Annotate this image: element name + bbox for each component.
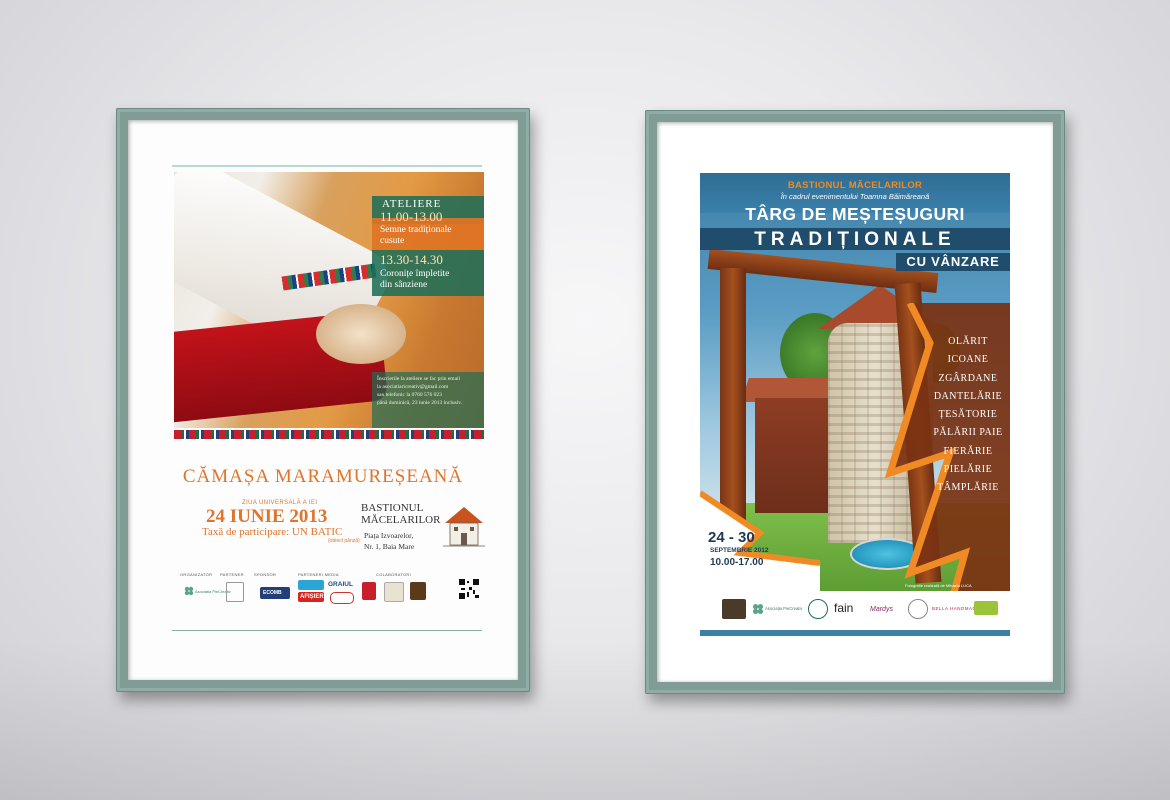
logo-mardys-text: Mardys [870, 606, 893, 613]
clover-icon [184, 586, 194, 596]
photo-credit: Fotografie realizată de Mihaela LUCA [905, 583, 972, 588]
craft-item: PIELĂRIE [943, 464, 993, 476]
venue-address: Piața Izvoarelor, Nr. 1, Baia Mare [364, 530, 414, 552]
signup-line1: Înscrierile la ateliere se fac prin emai… [377, 376, 461, 382]
event-dates: 24 - 30 [708, 529, 755, 546]
label-media: PARTENERI MEDIA [298, 572, 339, 577]
signup-line3: sau telefonic la 0760 576 023 [377, 392, 442, 398]
logo-fain: fain [834, 601, 864, 617]
logo-mardys: Mardys [870, 599, 904, 619]
poster-camasa-maramureseana: ATELIERE 11.00-13.00 Semne tradiționale … [128, 120, 518, 680]
poster-photo-blouse: ATELIERE 11.00-13.00 Semne tradiționale … [174, 172, 484, 428]
craft-item: OLĂRIT [948, 336, 988, 347]
address-line2: Nr. 1, Baia Mare [364, 542, 415, 551]
bottom-divider [172, 630, 482, 631]
address-line1: Piața Izvoarelor, [364, 531, 414, 540]
logo-fain-text: fain [834, 601, 854, 615]
logo-bella-text: BELLA HANDMADE [932, 606, 980, 611]
hand-lace [316, 304, 406, 364]
event-context: În cadrul evenimentului Toamna Băimărean… [780, 192, 930, 201]
logo-afisier-text: AFIȘIER [300, 594, 324, 600]
poster2-artwork: BASTIONUL MĂCELARILOR În cadrul evenimen… [700, 173, 1010, 636]
label-sponsor: SPONSOR [254, 572, 277, 577]
label-organizer: ORGANIZATOR [180, 572, 213, 577]
logo-media-blue [298, 580, 324, 590]
title-line1: TÂRG DE MEȘTEȘUGURI [745, 204, 965, 224]
craft-item: TÂMPLĂRIE [937, 482, 999, 494]
logo-sponsor: ECOMB [260, 587, 290, 599]
crafts-list: OLĂRIT ICOANE ZGÂRDANE DANTELĂRIE ȚESĂTO… [928, 333, 1008, 498]
logo-media-oval [330, 592, 354, 604]
slot2-title-line2: din sânziene [380, 280, 428, 290]
fee-note: (obiect pânză) [328, 538, 360, 544]
venue-line1: BASTIONUL [361, 502, 424, 514]
logo-graiul-text: GRAIUL [328, 581, 353, 588]
clover-icon [752, 603, 764, 615]
craft-item: FIERĂRIE [943, 445, 993, 457]
poster1-title: CĂMAȘA MARAMUREȘEANĂ [182, 466, 464, 487]
venue-line2: MĂCELARILOR [361, 514, 441, 526]
event-date: 24 IUNIE 2013 [206, 506, 328, 527]
logo-collaborator-2 [384, 582, 404, 602]
slot2-time: 13.30-14.30 [380, 252, 443, 267]
event-month: SEPTEMBRIE 2012 [710, 547, 769, 554]
logo-seal [908, 599, 928, 619]
top-divider [172, 165, 482, 167]
craft-item: ICOANE [947, 354, 989, 366]
event-hours: 10.00-17.00 [710, 557, 764, 568]
logo-afisier: AFIȘIER [298, 592, 324, 602]
logo-graiul: GRAIUL [328, 580, 354, 590]
logo-collaborator-3 [410, 582, 426, 600]
participation-fee: Taxă de participare: UN BATIC [202, 526, 343, 538]
craft-item: ȚESĂTORIE [938, 409, 998, 421]
label-collaborators: COLABORATORI [376, 572, 412, 577]
logo-museum [722, 599, 746, 619]
logo-piecreativ-text: Asociația PieCreativ [765, 606, 803, 611]
signup-line4: până duminică, 23 iunie 2013 inclusiv. [377, 400, 463, 406]
logo-partner [226, 582, 244, 602]
craft-item: ZGÂRDANE [938, 372, 998, 384]
slot1-title-line1: Semne tradiționale [380, 225, 452, 235]
picture-frame-right: BASTIONUL MĂCELARILOR În cadrul evenimen… [645, 110, 1065, 694]
logo-media [974, 601, 998, 615]
poster-targ-mestesuguri: BASTIONUL MĂCELARILOR În cadrul evenimen… [657, 122, 1053, 682]
signup-line2: la asociatiaricreativ@gmail.com [377, 384, 449, 390]
picture-frame-left: ATELIERE 11.00-13.00 Semne tradiționale … [116, 108, 530, 692]
bastion-tower-icon [443, 507, 485, 547]
logo-sponsor-text: ECOMB [263, 590, 282, 596]
logo-round [808, 599, 828, 619]
logo-piecreativ: Asociatia PieCreativ [184, 584, 231, 600]
venue-header: BASTIONUL MĂCELARILOR [787, 180, 923, 191]
sponsor-logo-strip: Asociația PieCreativ fain Mardys BELLA H… [700, 591, 1010, 636]
blue-footer-bar [700, 630, 1010, 636]
slot1-time: 11.00-13.00 [380, 209, 443, 224]
logo-piecreativ: Asociația PieCreativ [752, 599, 802, 619]
traditional-pattern-band [174, 430, 484, 439]
slot2-title-line1: Coronițe împletite [380, 269, 450, 279]
title-line2: TRADIȚIONALE [754, 229, 956, 250]
craft-item: DANTELĂRIE [933, 390, 1003, 402]
label-partner: PARTENER [220, 572, 244, 577]
slot1-title-line2: cusute [380, 236, 405, 246]
logo-bella: BELLA HANDMADE [932, 603, 979, 617]
logo-collaborator-1 [362, 582, 376, 600]
qr-code-icon [458, 578, 480, 600]
title-line3: CU VÂNZARE [906, 254, 1000, 269]
craft-item: PĂLĂRII PAIE [933, 427, 1003, 439]
venue-name: BASTIONUL MĂCELARILOR [361, 502, 440, 526]
